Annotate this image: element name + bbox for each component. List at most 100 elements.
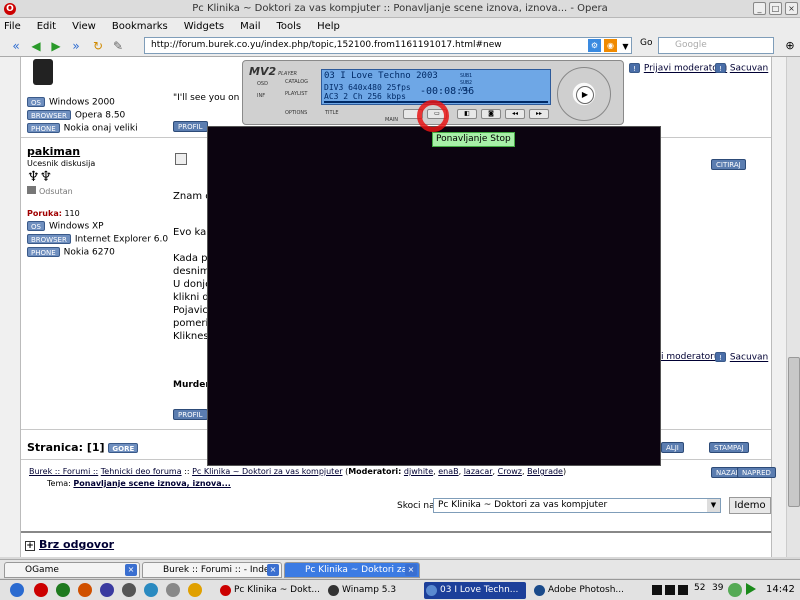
forward-icon[interactable]: ▶ — [48, 38, 64, 54]
go-button[interactable]: Go — [640, 38, 652, 48]
media-next-icon[interactable] — [678, 585, 688, 595]
menu-tools[interactable]: Tools — [276, 21, 301, 32]
task-winamp[interactable]: Winamp 5.3 — [326, 582, 420, 599]
breadcrumb-section[interactable]: Tehnicki deo foruma — [101, 467, 182, 476]
quote-button[interactable]: CITIRAJ — [711, 159, 746, 170]
player-button[interactable]: ◧ — [457, 109, 477, 119]
close-tab-icon[interactable]: × — [267, 564, 279, 576]
app-launch-icon[interactable] — [166, 583, 180, 597]
maximize-icon[interactable]: □ — [769, 2, 782, 15]
vertical-scrollbar[interactable] — [786, 57, 800, 557]
breadcrumb-forum[interactable]: Pc Klinika ~ Doktori za vas kompjuter — [192, 467, 342, 476]
moderator-link[interactable]: enaB — [438, 467, 458, 476]
address-input[interactable]: http://forum.burek.co.yu/index.php/topic… — [144, 37, 632, 54]
dropdown-icon[interactable]: ▼ — [620, 39, 631, 55]
info-label: INF — [257, 93, 266, 99]
start-menu-icon[interactable] — [10, 583, 24, 597]
report-moderator-link[interactable]: ! Prijavi moderatoru — [629, 63, 727, 74]
back-icon[interactable]: ◀ — [28, 38, 44, 54]
task-player[interactable]: 03 I Love Techn... — [424, 582, 526, 599]
menu-bookmarks[interactable]: Bookmarks — [112, 21, 168, 32]
media-play-icon[interactable] — [665, 585, 675, 595]
edit-icon[interactable]: ✎ — [110, 38, 126, 54]
close-tab-icon[interactable]: × — [125, 564, 137, 576]
jump-select[interactable]: Pc Klinika ~ Doktori za vas kompjuter ▼ — [433, 498, 721, 513]
playlist-label: PLAYLIST — [285, 91, 308, 97]
moderator-link[interactable]: Crowz — [498, 467, 522, 476]
menu-widgets[interactable]: Widgets — [184, 21, 224, 32]
breadcrumb-root[interactable]: Burek :: Forumi :: — [29, 467, 98, 476]
menu-mail[interactable]: Mail — [240, 21, 260, 32]
task-opera[interactable]: Pc Klinika ~ Dokt... — [218, 582, 330, 599]
menu-view[interactable]: View — [72, 21, 96, 32]
options-label: OPTIONS — [285, 110, 308, 116]
divider — [21, 531, 771, 533]
app-launch-icon[interactable] — [144, 583, 158, 597]
profile-button[interactable]: PROFIL — [173, 121, 208, 132]
profile-button-2[interactable]: PROFIL — [173, 409, 208, 420]
menu-help[interactable]: Help — [317, 21, 340, 32]
app-launch-icon[interactable] — [188, 583, 202, 597]
rss-icon[interactable]: ◉ — [604, 39, 617, 52]
tab-bar: OGame × Burek :: Forumi :: - Index × Pc Kl… — [0, 559, 800, 589]
tab-pc-klinika[interactable]: Pc Klinika ~ Doktori za v...× — [284, 562, 420, 589]
opera-logo-icon[interactable]: O — [4, 3, 16, 15]
tray-number: 52 — [694, 583, 706, 593]
other-button[interactable]: ALJI — [661, 442, 684, 453]
menu-edit[interactable]: Edit — [37, 21, 56, 32]
scrollbar-thumb[interactable] — [788, 357, 800, 507]
menu-file[interactable]: File — [4, 21, 21, 32]
chevron-down-icon: ▼ — [707, 499, 720, 512]
moderator-link[interactable]: lazacar — [464, 467, 493, 476]
close-icon[interactable]: × — [785, 2, 798, 15]
post-line: Kliknes — [173, 331, 209, 342]
next-button[interactable]: NAPRED — [737, 467, 776, 478]
quick-reply-header[interactable]: + Brz odgovor — [25, 538, 114, 551]
sub1-label: SUB1 — [460, 73, 473, 79]
window-controls: _ □ × — [753, 2, 798, 15]
rewind-button[interactable]: ◂◂ — [505, 109, 525, 119]
video-canvas[interactable] — [207, 126, 661, 466]
forward-button[interactable]: ▸▸ — [529, 109, 549, 119]
search-input[interactable]: Google — [658, 37, 774, 54]
browser-info-2: BROWSER Internet Explorer 6.0 — [27, 234, 168, 245]
moderator-link[interactable]: djwhite — [404, 467, 433, 476]
task-photoshop[interactable]: Adobe Photosh... — [532, 582, 636, 599]
back-double-icon[interactable]: « — [8, 38, 24, 54]
window-title: Pc Klinika ~ Doktori za vas kompjuter ::… — [192, 3, 608, 14]
topic-link[interactable]: Ponavljanje scene iznova, iznova... — [73, 479, 230, 488]
report-moderator-link-2[interactable]: i moderatoru — [661, 352, 720, 362]
go-jump-button[interactable]: Idemo — [729, 497, 771, 514]
player-control-wheel[interactable]: ▶ — [557, 67, 611, 121]
media-prev-icon[interactable] — [652, 585, 662, 595]
minimize-icon[interactable]: _ — [753, 2, 766, 15]
pagination: Stranica: [1] GORE — [27, 441, 142, 454]
snapshot-button[interactable]: ◙ — [481, 109, 501, 119]
save-link-2[interactable]: ! Sacuvan — [715, 352, 768, 363]
network-icon[interactable] — [728, 583, 742, 597]
app-launch-icon[interactable] — [56, 583, 70, 597]
settings-icon[interactable]: ⚙ — [588, 39, 601, 52]
app-launch-icon[interactable] — [122, 583, 136, 597]
username-link[interactable]: pakiman — [27, 145, 80, 158]
save-link[interactable]: ! Sacuvan — [715, 63, 768, 74]
close-tab-icon[interactable]: × — [405, 564, 417, 576]
tab-ogame[interactable]: OGame × — [4, 562, 140, 578]
fast-forward-icon[interactable]: » — [68, 38, 84, 54]
app-launch-icon[interactable] — [100, 583, 114, 597]
top-button[interactable]: GORE — [108, 443, 139, 453]
url-text: http://forum.burek.co.yu/index.php/topic… — [151, 40, 502, 50]
os-info: OS Windows 2000 — [27, 97, 115, 108]
moderator-link[interactable]: Belgrade — [527, 467, 563, 476]
app-launch-icon[interactable] — [78, 583, 92, 597]
play-tray-icon[interactable] — [746, 583, 756, 595]
clock: 14:42 — [766, 584, 795, 595]
catalog-label: CATALOG — [285, 79, 309, 85]
reload-icon[interactable]: ↻ — [90, 38, 106, 54]
print-button[interactable]: STAMPAJ — [709, 442, 749, 453]
zoom-icon[interactable]: ⊕ — [782, 38, 798, 54]
opera-launch-icon[interactable] — [34, 583, 48, 597]
play-icon[interactable]: ▶ — [576, 86, 594, 104]
post-line: Znam c — [173, 191, 211, 202]
tab-burek-index[interactable]: Burek :: Forumi :: - Index × — [142, 562, 282, 578]
